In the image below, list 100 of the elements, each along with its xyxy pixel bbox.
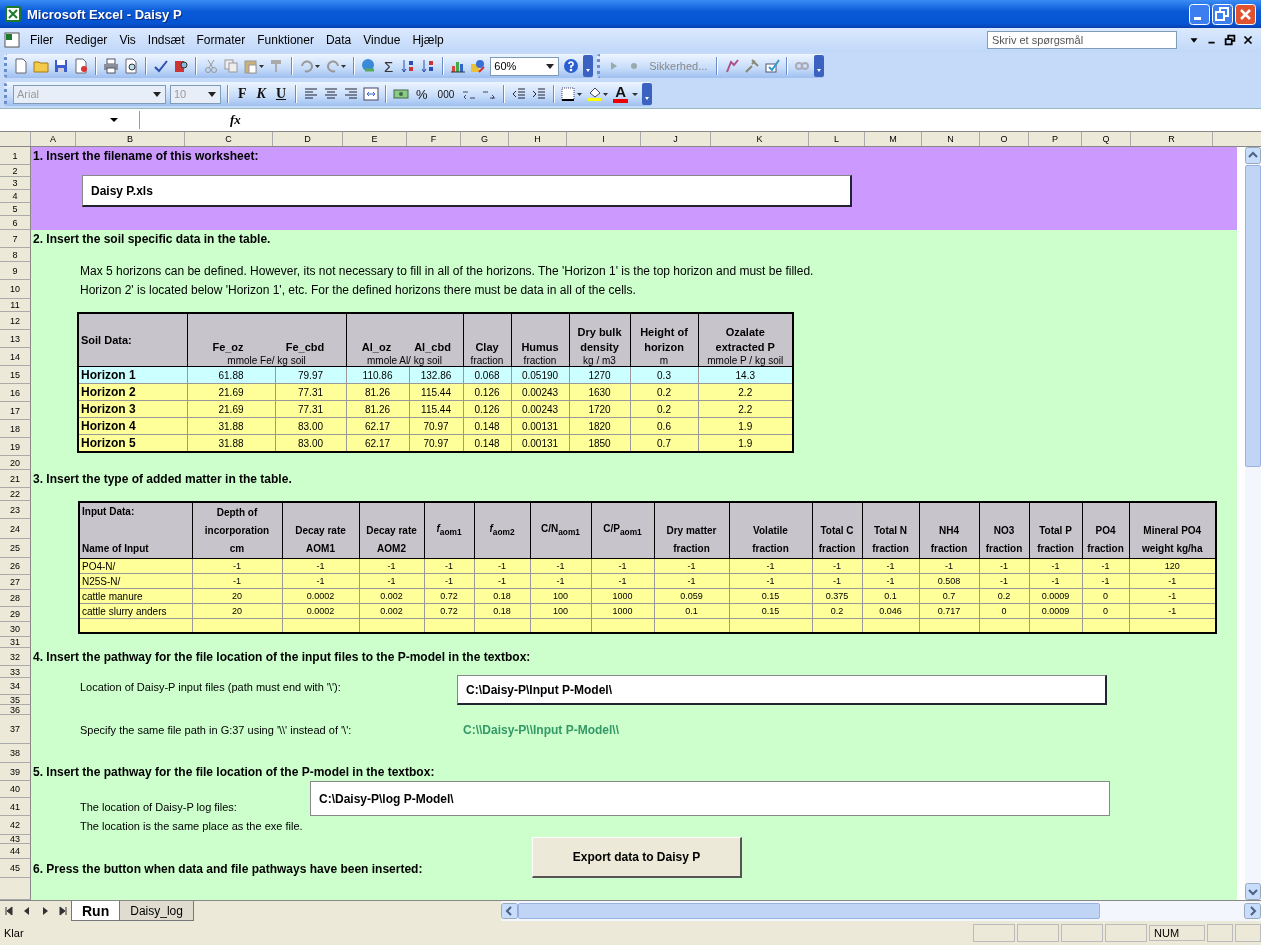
new-document-icon[interactable] (13, 58, 29, 74)
sheet-tab[interactable]: Daisy_log (119, 901, 194, 921)
row-header[interactable]: 12 (0, 312, 31, 330)
restore-icon[interactable] (1223, 33, 1237, 47)
undo-icon[interactable] (299, 58, 321, 74)
row-header[interactable]: 30 (0, 622, 31, 637)
row-header[interactable]: 9 (0, 262, 31, 280)
restore-button[interactable] (1212, 3, 1233, 25)
font-color-button[interactable]: A (613, 85, 629, 103)
menu-item[interactable]: Filer (24, 31, 60, 49)
row-header[interactable]: 42 (0, 816, 31, 835)
column-header[interactable]: M (865, 132, 922, 146)
zoom-dropdown[interactable]: 60% (490, 56, 560, 76)
scroll-thumb[interactable] (1245, 165, 1261, 467)
row-header[interactable]: 24 (0, 519, 31, 539)
row-header[interactable]: 29 (0, 607, 31, 622)
row-header[interactable]: 1 (0, 147, 31, 165)
sheet-tab[interactable]: Run (71, 901, 121, 921)
column-header[interactable]: B (76, 132, 185, 146)
log-path-field[interactable]: C:\Daisy-P\log P-Model\ (310, 781, 1110, 816)
print-preview-icon[interactable] (123, 58, 139, 74)
row-header[interactable]: 4 (0, 190, 31, 203)
insert-function-button[interactable]: fx (230, 112, 241, 128)
row-header[interactable]: 34 (0, 678, 31, 695)
column-header[interactable]: J (641, 132, 711, 146)
cut-icon[interactable] (203, 58, 219, 74)
column-header[interactable]: F (407, 132, 461, 146)
row-header[interactable]: 37 (0, 715, 31, 744)
minimize-button[interactable] (1189, 3, 1210, 25)
toolbar-options-icon[interactable] (583, 55, 594, 77)
row-header[interactable]: 13 (0, 330, 31, 348)
tools-icon[interactable] (744, 58, 761, 74)
column-header[interactable]: N (922, 132, 980, 146)
menu-item[interactable]: Indsæt (141, 31, 191, 49)
menu-item[interactable]: Rediger (59, 31, 114, 49)
menu-item[interactable]: Hjælp (406, 31, 450, 49)
research-icon[interactable] (173, 58, 189, 74)
menu-item[interactable]: Formater (190, 31, 252, 49)
row-header[interactable]: 26 (0, 558, 31, 575)
toolbar-options-icon[interactable] (642, 83, 653, 105)
row-header[interactable]: 38 (0, 744, 31, 763)
row-header[interactable]: 22 (0, 488, 31, 501)
scroll-left-button[interactable] (501, 903, 518, 919)
menu-item[interactable]: Funktioner (251, 31, 320, 49)
column-header[interactable]: L (809, 132, 865, 146)
menu-item[interactable]: Vis (113, 31, 142, 49)
menu-item[interactable]: Vindue (357, 31, 407, 49)
print-icon[interactable] (103, 58, 119, 74)
row-header[interactable]: 45 (0, 859, 31, 878)
row-header[interactable] (0, 878, 31, 900)
row-header[interactable]: 20 (0, 456, 31, 470)
workbook-icon[interactable] (4, 32, 20, 48)
row-header[interactable]: 8 (0, 248, 31, 262)
column-header[interactable]: K (711, 132, 809, 146)
row-header[interactable]: 17 (0, 402, 31, 420)
row-header[interactable]: 6 (0, 216, 31, 230)
first-sheet-icon[interactable] (3, 905, 15, 917)
column-header[interactable]: I (567, 132, 641, 146)
row-header[interactable]: 33 (0, 666, 31, 678)
underline-button[interactable]: U (272, 86, 290, 102)
scroll-up-button[interactable] (1245, 147, 1261, 164)
permission-icon[interactable] (73, 58, 89, 74)
column-header[interactable]: H (509, 132, 567, 146)
row-header[interactable]: 28 (0, 590, 31, 607)
row-header[interactable]: 41 (0, 798, 31, 816)
align-center-icon[interactable] (323, 86, 340, 102)
row-header[interactable]: 18 (0, 420, 31, 438)
column-header[interactable]: D (273, 132, 343, 146)
hyperlink-icon[interactable] (361, 58, 377, 74)
help-icon[interactable] (563, 58, 580, 74)
column-header[interactable]: P (1029, 132, 1082, 146)
percent-button[interactable]: % (413, 86, 431, 102)
row-header[interactable]: 15 (0, 366, 31, 384)
decrease-indent-icon[interactable] (511, 86, 528, 102)
column-header[interactable]: R (1131, 132, 1213, 146)
column-header[interactable]: C (185, 132, 273, 146)
increase-indent-icon[interactable] (531, 86, 548, 102)
vertical-scrollbar[interactable] (1245, 147, 1261, 900)
redo-icon[interactable] (325, 58, 347, 74)
column-header[interactable]: G (461, 132, 509, 146)
scroll-right-button[interactable] (1244, 903, 1261, 919)
fill-color-icon[interactable] (587, 86, 610, 102)
thousands-button[interactable]: 000 (434, 88, 458, 100)
filename-field[interactable]: Daisy P.xls (82, 175, 852, 207)
column-header[interactable]: E (343, 132, 407, 146)
align-right-icon[interactable] (343, 86, 360, 102)
row-header[interactable]: 3 (0, 177, 31, 190)
italic-button[interactable]: K (253, 86, 269, 102)
save-icon[interactable] (53, 58, 69, 74)
row-header[interactable]: 14 (0, 348, 31, 366)
row-header[interactable]: 40 (0, 781, 31, 798)
horizontal-scrollbar[interactable] (501, 901, 1261, 921)
column-header[interactable]: A (31, 132, 76, 146)
row-header[interactable]: 19 (0, 438, 31, 456)
spelling-icon[interactable] (153, 58, 169, 74)
row-header[interactable]: 5 (0, 203, 31, 216)
help-search-field[interactable]: Skriv et spørgsmål (987, 31, 1177, 49)
row-header[interactable]: 23 (0, 501, 31, 519)
merge-center-icon[interactable] (363, 86, 380, 102)
scroll-thumb[interactable] (518, 903, 1100, 919)
